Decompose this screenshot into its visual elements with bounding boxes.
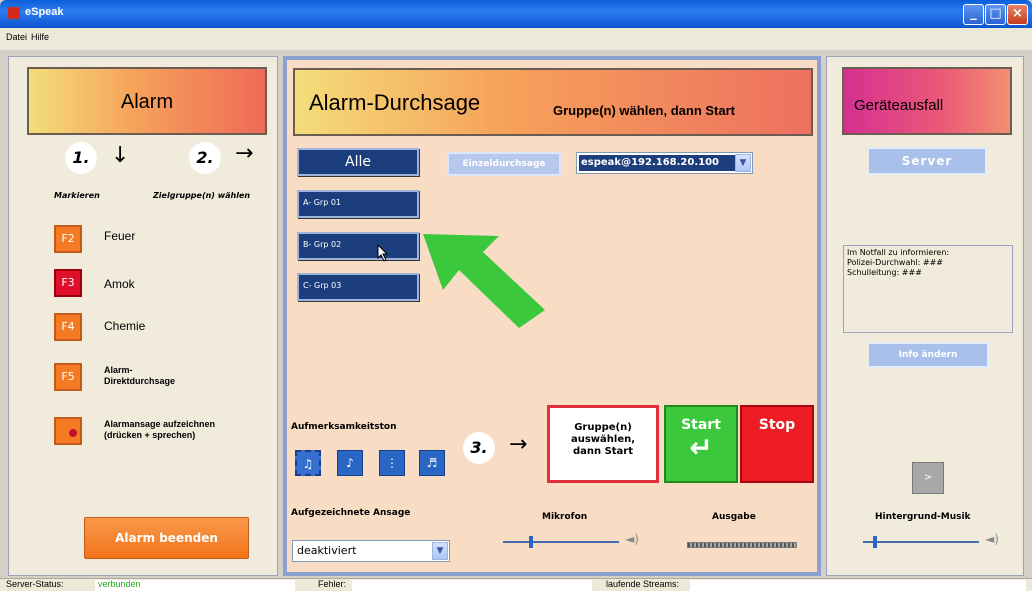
f3-button[interactable]: F3 xyxy=(54,269,82,297)
arrow-right-icon: → xyxy=(509,432,528,457)
geraeteausfall-header: Geräteausfall xyxy=(842,67,1012,135)
mikrofon-track xyxy=(503,541,619,543)
ton-button-2[interactable]: ♪ xyxy=(337,450,363,476)
chemie-label: Chemie xyxy=(104,319,146,333)
window-titlebar: eSpeak _ □ × xyxy=(0,0,1032,28)
info-line2: Polizei-Durchwahl: ### xyxy=(847,258,944,267)
hintergrund-slider[interactable]: ◄) xyxy=(859,532,999,549)
chevron-down-icon[interactable]: ▼ xyxy=(735,154,751,172)
gruppe-line3: dann Start xyxy=(572,446,634,457)
gruppe-line2: auswählen, xyxy=(570,434,636,445)
step2-badge: 2. xyxy=(189,142,221,174)
hintergrund-track xyxy=(863,541,979,543)
step1-badge: 1. xyxy=(65,142,97,174)
ansage-select-value: deaktiviert xyxy=(297,544,357,557)
alarm-panel: Alarm 1. ↓ 2. → Markieren Zielgruppe(n) … xyxy=(8,56,278,576)
aufmerksamkeitston-label: Aufmerksamkeitston xyxy=(291,422,397,432)
speaker-icon: ◄) xyxy=(625,532,639,546)
green-pointer-arrow-icon xyxy=(423,234,545,328)
mikrofon-label: Mikrofon xyxy=(542,512,588,522)
ansage-select[interactable]: deaktiviert ▼ xyxy=(292,540,450,562)
ausgabe-level-meter xyxy=(687,542,797,548)
direkt-line1: Alarm- xyxy=(104,365,133,375)
start-button[interactable]: Start ↵ xyxy=(664,405,738,483)
markieren-label: Markieren xyxy=(54,191,100,200)
speaker-icon: ◄) xyxy=(985,532,999,546)
direkt-line2: Direktdurchsage xyxy=(104,376,176,386)
menu-hilfe[interactable]: Hilfe xyxy=(31,32,49,42)
alle-button[interactable]: Alle xyxy=(297,148,419,176)
chevron-down-icon[interactable]: ▼ xyxy=(432,542,448,560)
zielgruppe-label: Zielgruppe(n) wählen xyxy=(153,191,251,200)
app-icon xyxy=(8,7,20,19)
gruppe-hint-box: Gruppe(n) auswählen, dann Start xyxy=(547,405,659,483)
hintergrund-knob[interactable] xyxy=(873,536,877,548)
einzeldurchsage-button[interactable]: Einzeldurchsage xyxy=(447,152,561,176)
record-icon xyxy=(69,429,77,437)
gruppe-line1: Gruppe(n) xyxy=(574,422,632,433)
geraeteausfall-panel: Geräteausfall Server Im Notfall zu infor… xyxy=(826,56,1024,576)
info-textbox[interactable]: Im Notfall zu informieren: Polizei-Durch… xyxy=(843,245,1013,333)
durchsage-subtitle: Gruppe(n) wählen, dann Start xyxy=(553,103,736,118)
close-button[interactable]: × xyxy=(1007,4,1028,25)
feuer-label: Feuer xyxy=(104,229,136,243)
server-combo[interactable]: espeak@192.168.20.100 ▼ xyxy=(576,152,753,174)
alarm-beenden-button[interactable]: Alarm beenden xyxy=(84,517,249,559)
streams-field xyxy=(690,580,1026,591)
minimize-button[interactable]: _ xyxy=(963,4,984,25)
record-button[interactable] xyxy=(54,417,82,445)
statusbar: Server-Status: verbunden Fehler: laufend… xyxy=(0,578,1032,591)
f2-button[interactable]: F2 xyxy=(54,225,82,253)
info-aendern-button[interactable]: Info ändern xyxy=(867,342,989,368)
ausgabe-label: Ausgabe xyxy=(712,512,756,522)
record-line1: Alarmansage aufzeichnen xyxy=(104,419,216,429)
hintergrund-musik-label: Hintergrund-Musik xyxy=(875,512,971,522)
record-label: Alarmansage aufzeichnen (drücken + sprec… xyxy=(104,419,215,441)
step3-badge: 3. xyxy=(463,432,495,464)
menu-datei[interactable]: Datei xyxy=(6,32,27,42)
group-button-b[interactable]: B- Grp 02 xyxy=(297,232,419,260)
maximize-button[interactable]: □ xyxy=(985,4,1006,25)
mouse-cursor-icon xyxy=(377,244,389,262)
direktdurchsage-label: Alarm- Direktdurchsage xyxy=(104,365,175,387)
stop-label: Stop xyxy=(758,417,796,433)
ton-button-1[interactable]: ♫ xyxy=(295,450,321,476)
window-title: eSpeak xyxy=(25,6,64,18)
ton-button-3[interactable]: ⋮ xyxy=(379,450,405,476)
server-status-value: verbunden xyxy=(98,579,141,589)
mikrofon-knob[interactable] xyxy=(529,536,533,548)
info-line3: Schulleitung: ### xyxy=(847,268,922,277)
enter-icon: ↵ xyxy=(689,431,713,464)
amok-label: Amok xyxy=(104,277,135,291)
menubar: Datei Hilfe xyxy=(0,28,1032,50)
alarm-header: Alarm xyxy=(27,67,267,135)
f4-button[interactable]: F4 xyxy=(54,313,82,341)
alarm-title: Alarm xyxy=(120,91,174,113)
durchsage-title: Alarm-Durchsage xyxy=(309,90,481,115)
durchsage-header: Alarm-Durchsage Gruppe(n) wählen, dann S… xyxy=(293,68,813,136)
stop-button[interactable]: Stop xyxy=(740,405,814,483)
arrow-right-icon: → xyxy=(235,141,254,166)
geraeteausfall-title: Geräteausfall xyxy=(854,97,944,114)
ton-button-4[interactable]: ♬ xyxy=(419,450,445,476)
info-line1: Im Notfall zu informieren: xyxy=(847,248,950,257)
group-button-c[interactable]: C- Grp 03 xyxy=(297,273,419,301)
record-line2: (drücken + sprechen) xyxy=(104,430,196,440)
mikrofon-slider[interactable]: ◄) xyxy=(499,532,639,549)
arrow-down-icon: ↓ xyxy=(111,143,130,168)
server-status-label: Server-Status: xyxy=(6,579,64,589)
server-button[interactable]: Server xyxy=(867,147,987,175)
durchsage-panel: Alarm-Durchsage Gruppe(n) wählen, dann S… xyxy=(283,56,821,576)
group-button-a[interactable]: A- Grp 01 xyxy=(297,190,419,218)
f5-button[interactable]: F5 xyxy=(54,363,82,391)
fehler-label: Fehler: xyxy=(318,579,347,589)
fehler-field xyxy=(352,580,592,591)
server-combo-value: espeak@192.168.20.100 xyxy=(579,155,736,171)
play-button[interactable]: > xyxy=(912,462,944,494)
streams-label: laufende Streams: xyxy=(606,579,680,589)
aufgezeichnet-label: Aufgezeichnete Ansage xyxy=(291,508,411,518)
